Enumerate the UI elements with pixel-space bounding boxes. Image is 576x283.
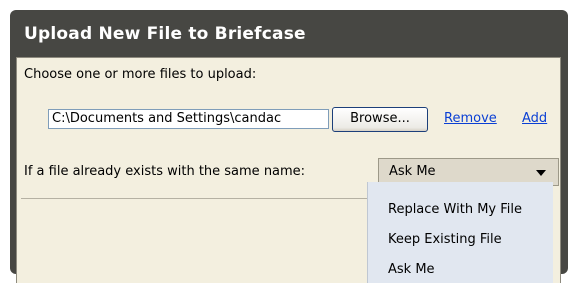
stage: Upload New File to Briefcase Choose one … — [0, 0, 576, 283]
choose-files-label: Choose one or more files to upload: — [24, 67, 257, 82]
dialog-title: Upload New File to Briefcase — [24, 24, 306, 44]
conflict-dropdown-menu: Replace With My File Keep Existing File … — [367, 182, 553, 283]
option-ask-me[interactable]: Ask Me — [388, 262, 435, 277]
option-keep-existing-file[interactable]: Keep Existing File — [388, 232, 502, 247]
remove-link[interactable]: Remove — [444, 111, 497, 126]
file-path-input[interactable]: C:\Documents and Settings\candac — [48, 109, 329, 129]
conflict-select-value: Ask Me — [389, 164, 436, 179]
add-link[interactable]: Add — [522, 111, 547, 126]
chevron-down-icon[interactable] — [536, 170, 546, 176]
browse-button[interactable]: Browse... — [332, 107, 428, 132]
file-exists-label: If a file already exists with the same n… — [24, 164, 306, 179]
option-replace-with-my-file[interactable]: Replace With My File — [388, 202, 522, 217]
divider — [21, 198, 370, 199]
